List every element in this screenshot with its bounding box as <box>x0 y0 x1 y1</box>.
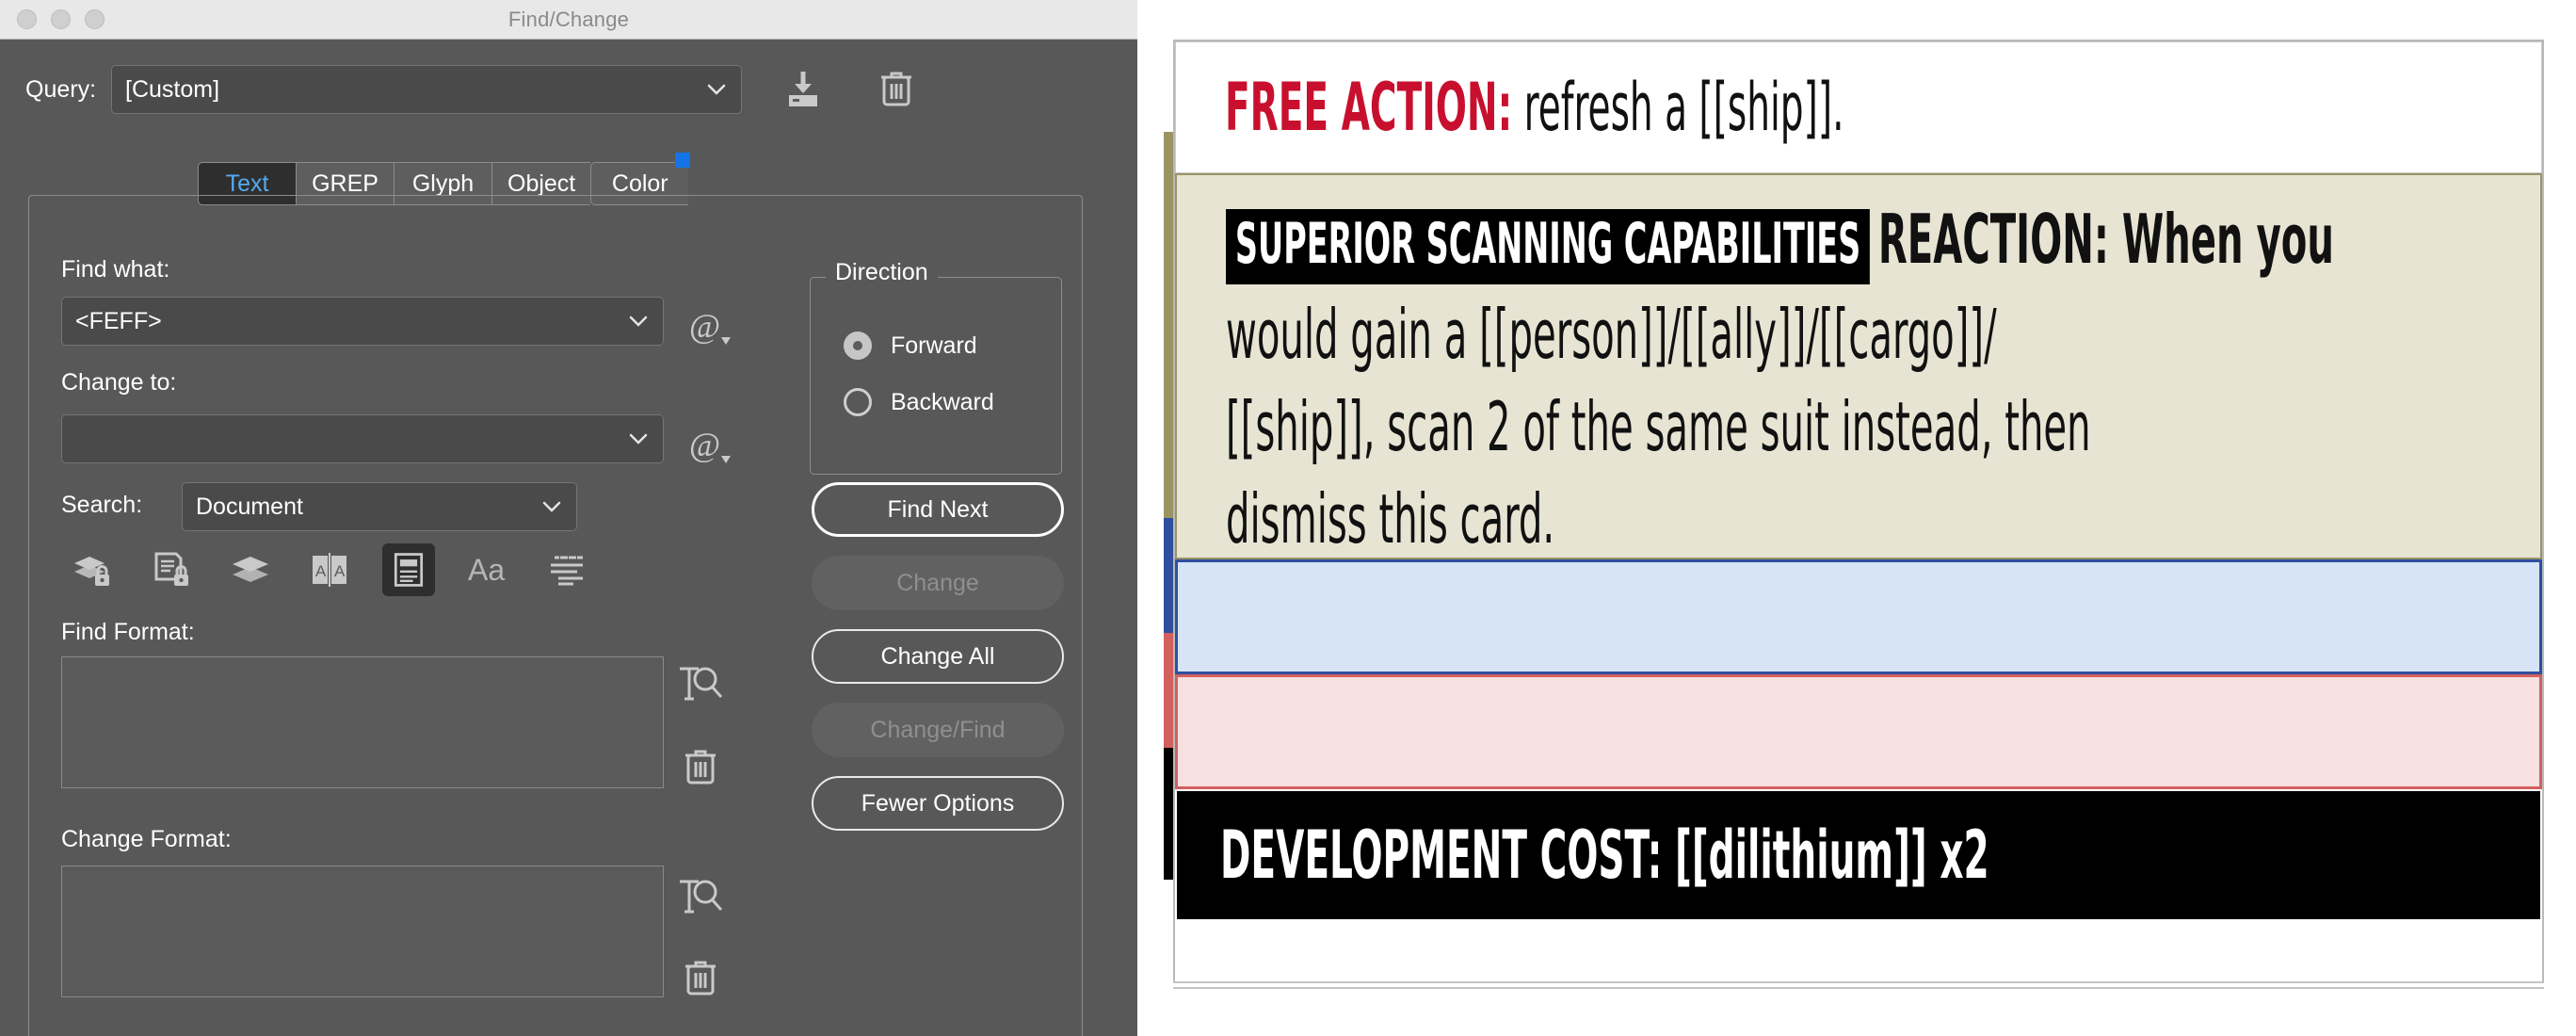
change-to-input[interactable] <box>61 414 664 463</box>
chevron-down-icon[interactable] <box>542 501 561 512</box>
document-preview[interactable]: FREE ACTION: refresh a [[ship]]. SUPERIO… <box>1137 0 2576 1036</box>
include-hidden-layers-icon[interactable] <box>224 543 277 596</box>
find-next-button[interactable]: Find Next <box>812 482 1064 537</box>
radio-forward-indicator[interactable] <box>844 332 872 360</box>
radio-backward-indicator[interactable] <box>844 388 872 416</box>
radio-forward-label: Forward <box>891 332 977 359</box>
reaction-text-1: REACTION: When you <box>1877 200 2334 279</box>
window-title: Find/Change <box>507 7 630 31</box>
query-row: Query: [Custom] <box>0 60 1137 119</box>
find-what-special-chars-icon[interactable]: @ <box>687 305 736 359</box>
close-button[interactable] <box>17 9 37 29</box>
change-to-special-chars-icon[interactable]: @ <box>687 424 736 478</box>
query-select[interactable]: [Custom] <box>111 65 743 114</box>
svg-text:A: A <box>334 562 346 580</box>
save-query-icon[interactable] <box>781 66 825 114</box>
search-scope-value: Document <box>196 493 303 520</box>
svg-text:Aa: Aa <box>468 553 505 587</box>
development-cost-row: DEVELOPMENT COST: [[dilithium]] x2 <box>1220 817 1989 894</box>
trash-icon[interactable] <box>876 66 917 114</box>
search-scope-select[interactable]: Document <box>182 482 577 531</box>
development-cost-block[interactable]: DEVELOPMENT COST: [[dilithium]] x2 <box>1175 789 2542 921</box>
change-format-clear-icon[interactable] <box>680 955 721 1003</box>
reaction-line-4: dismiss this card. <box>1226 473 2503 558</box>
change-format-specify-icon[interactable] <box>676 874 725 931</box>
window-controls[interactable] <box>17 9 105 29</box>
title-bar[interactable]: Find/Change <box>0 0 1137 40</box>
find-what-value: <FEFF> <box>75 307 162 334</box>
minimize-button[interactable] <box>51 9 71 29</box>
screen: Find/Change Query: [Custom] Text GREP Gl… <box>0 0 2576 1036</box>
reaction-text-4: dismiss this card. <box>1226 479 1555 558</box>
change-button: Change <box>812 556 1064 610</box>
direction-group: Direction Forward Backward <box>810 259 1062 475</box>
color-tab-indicator <box>675 153 691 168</box>
reaction-line-1-inner: SUPERIOR SCANNING CAPABILITIES REACTION: … <box>1226 200 2334 284</box>
radio-forward[interactable]: Forward <box>844 332 977 360</box>
radio-backward-label: Backward <box>891 388 994 415</box>
chevron-down-icon <box>707 84 726 95</box>
development-cost-text: DEVELOPMENT COST: [[dilithium]] x2 <box>1220 817 1989 894</box>
case-sensitive-icon[interactable]: Aa <box>461 543 514 596</box>
include-locked-layers-icon[interactable] <box>66 543 119 596</box>
free-action-row: FREE ACTION: refresh a [[ship]]. <box>1225 69 1843 146</box>
action-buttons: Find Next Change Change All Change/Find … <box>812 482 1064 850</box>
find-what-input[interactable]: <FEFF> <box>61 297 664 346</box>
search-label: Search: <box>61 492 143 518</box>
change-all-button[interactable]: Change All <box>812 629 1064 684</box>
include-master-pages-icon[interactable]: A A <box>303 543 356 596</box>
card-bottom-edge <box>1173 981 2544 989</box>
reaction-line-1: SUPERIOR SCANNING CAPABILITIES REACTION: … <box>1226 196 2503 288</box>
reaction-block[interactable]: SUPERIOR SCANNING CAPABILITIES REACTION: … <box>1175 173 2542 559</box>
card-layout[interactable]: FREE ACTION: refresh a [[ship]]. SUPERIO… <box>1173 40 2544 987</box>
find-what-label: Find what: <box>61 256 170 283</box>
reaction-line-2: would gain a [[person]]/[[ally]]/[[cargo… <box>1226 288 2503 380</box>
at-glyph: @ <box>689 426 720 463</box>
free-action-block[interactable]: FREE ACTION: refresh a [[ship]]. <box>1175 41 2542 173</box>
chevron-down-icon[interactable] <box>629 316 648 327</box>
reaction-line-3: [[ship]], scan 2 of the same suit instea… <box>1226 380 2503 473</box>
zoom-button[interactable] <box>85 9 105 29</box>
at-glyph: @ <box>689 307 720 345</box>
dialog-body: Query: [Custom] Text GREP Glyph Object C… <box>0 40 1137 1036</box>
reaction-text-2: would gain a [[person]]/[[ally]]/[[cargo… <box>1226 295 1997 374</box>
query-value: [Custom] <box>125 75 220 103</box>
chevron-down-icon[interactable] <box>629 433 648 445</box>
fewer-options-button[interactable]: Fewer Options <box>812 776 1064 831</box>
free-action-body: refresh a [[ship]]. <box>1512 69 1844 146</box>
include-footnotes-icon[interactable] <box>382 543 435 596</box>
direction-legend: Direction <box>826 259 938 286</box>
find-format-label: Find Format: <box>61 619 195 645</box>
pink-empty-block[interactable] <box>1175 674 2542 789</box>
reaction-text-3: [[ship]], scan 2 of the same suit instea… <box>1226 387 2091 466</box>
change-find-button: Change/Find <box>812 703 1064 757</box>
change-format-box[interactable] <box>61 866 664 997</box>
reaction-tag: SUPERIOR SCANNING CAPABILITIES <box>1226 209 1871 284</box>
svg-text:A: A <box>315 562 327 580</box>
find-change-dialog: Find/Change Query: [Custom] Text GREP Gl… <box>0 0 1137 1036</box>
find-format-box[interactable] <box>61 656 664 788</box>
find-format-clear-icon[interactable] <box>680 744 721 792</box>
blue-empty-block[interactable] <box>1175 559 2542 674</box>
free-action-keyword: FREE ACTION: <box>1225 69 1513 146</box>
find-format-specify-icon[interactable] <box>676 661 725 719</box>
change-format-label: Change Format: <box>61 826 232 852</box>
include-locked-stories-icon[interactable] <box>145 543 198 596</box>
search-scope-toggles[interactable]: A A Aa <box>66 543 593 596</box>
query-label: Query: <box>25 75 97 103</box>
change-to-label: Change to: <box>61 369 177 396</box>
radio-backward[interactable]: Backward <box>844 388 994 416</box>
whole-word-icon[interactable] <box>540 543 593 596</box>
